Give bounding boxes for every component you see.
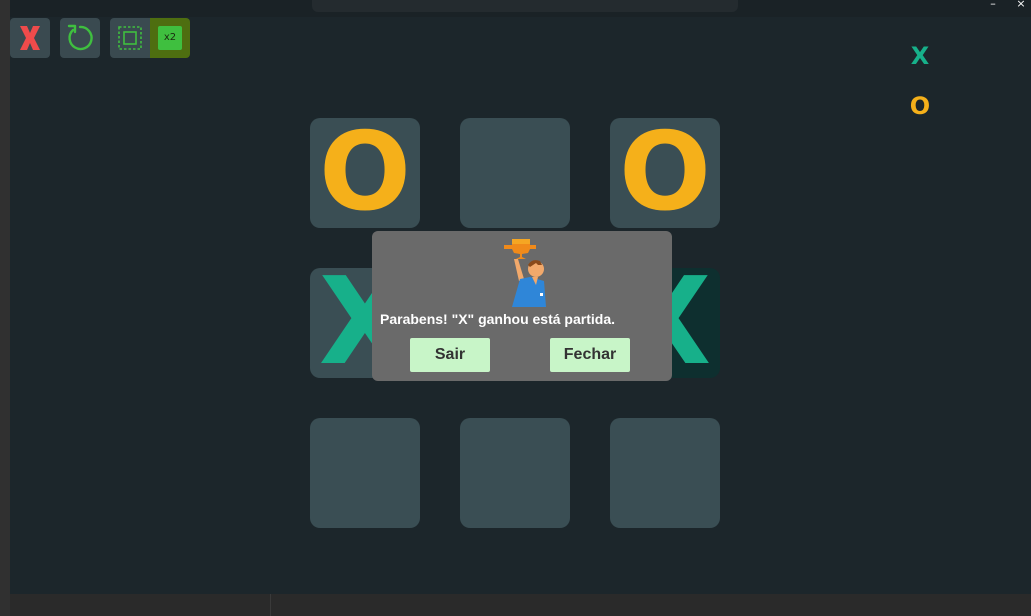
restart-icon: [67, 24, 93, 51]
board-cell-8[interactable]: [460, 418, 570, 528]
speed-x2-button[interactable]: x2: [150, 18, 190, 58]
quit-game-button[interactable]: [10, 18, 50, 58]
restart-button[interactable]: [60, 18, 100, 58]
score-o-label: O: [909, 92, 931, 120]
titlebar-tab: [312, 0, 738, 12]
frame-icon: [118, 26, 142, 50]
window-titlebar[interactable]: – ×: [10, 0, 1031, 17]
window-close-button[interactable]: ×: [1014, 0, 1028, 9]
close-x-icon: [20, 26, 40, 50]
win-dialog: Parabens! "X" ganhou está partida. Sair …: [372, 231, 672, 381]
board-cell-3[interactable]: O: [610, 118, 720, 228]
background-window-edge: [0, 0, 10, 616]
minimize-button[interactable]: –: [986, 0, 1000, 9]
cell-mark: O: [619, 118, 711, 228]
trophy-person-icon: [504, 239, 546, 307]
cell-mark: O: [319, 118, 411, 228]
fullscreen-button[interactable]: [110, 18, 150, 58]
background-divider: [270, 594, 271, 616]
win-message: Parabens! "X" ganhou está partida.: [380, 311, 615, 327]
board-cell-2[interactable]: [460, 118, 570, 228]
board-cell-9[interactable]: [610, 418, 720, 528]
game-window: x2 X O O O X X: [10, 17, 1031, 594]
board-cell-7[interactable]: [310, 418, 420, 528]
close-dialog-button[interactable]: Fechar: [550, 338, 630, 372]
exit-button[interactable]: Sair: [410, 338, 490, 372]
score-x-label: X: [910, 42, 930, 70]
speed-label: x2: [158, 26, 182, 50]
board-cell-1[interactable]: O: [310, 118, 420, 228]
